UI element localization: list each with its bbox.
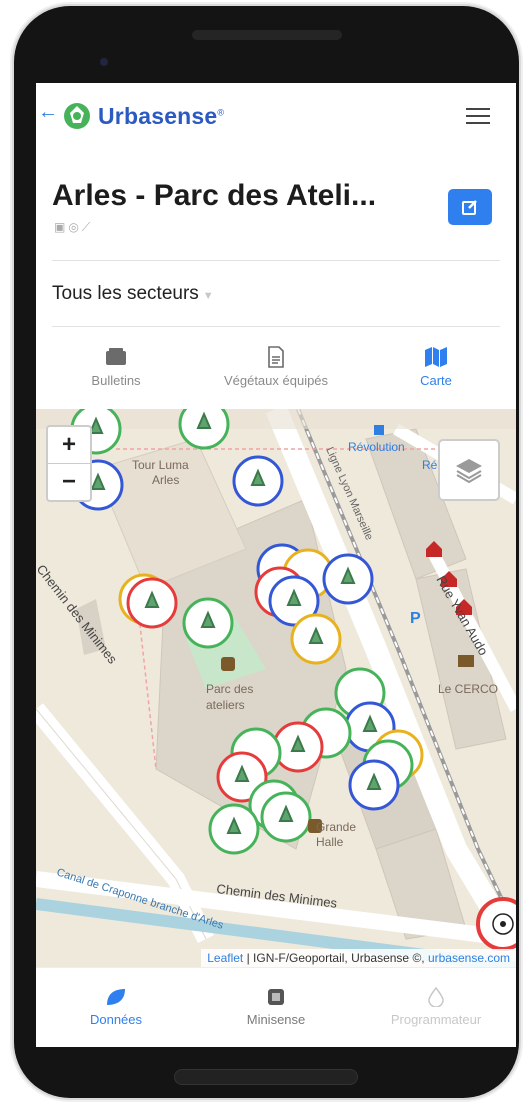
edit-icon	[462, 200, 477, 215]
sector-select[interactable]: Tous les secteurs ▼	[52, 283, 214, 305]
zoom-out-button[interactable]: −	[48, 464, 90, 500]
zoom-control: + −	[46, 425, 92, 502]
back-arrow-icon[interactable]: ←	[38, 101, 58, 124]
nav-programmateur[interactable]: Programmateur	[356, 982, 516, 1027]
bottom-navigation: Données Minisense Programmateur	[36, 967, 516, 1047]
layers-icon	[456, 459, 482, 483]
map-icon	[425, 347, 447, 367]
nav-minisense[interactable]: Minisense	[196, 982, 356, 1027]
map-label-cerco: Le CERCO	[438, 682, 498, 696]
map-label-tour: Tour Luma	[132, 458, 189, 472]
hamburger-icon[interactable]	[466, 108, 490, 129]
tab-vegetaux-equipes[interactable]: Végétaux équipés	[196, 335, 356, 388]
camera	[100, 58, 108, 66]
layers-button[interactable]	[438, 439, 500, 501]
page-title: Arles - Parc des Ateli...	[52, 179, 377, 212]
map-label-revolution: Révolution	[348, 440, 405, 454]
map-label-halle: Grande	[316, 820, 356, 834]
map-attribution: Leaflet | IGN-F/Geoportail, Urbasense ©,…	[201, 949, 516, 967]
document-icon	[268, 346, 284, 368]
brand-name[interactable]: Urbasense®	[98, 103, 224, 130]
leaflet-link[interactable]: Leaflet	[207, 951, 243, 965]
folder-icon	[106, 348, 126, 365]
tab-bar: Bulletins Végétaux équipés Carte	[36, 335, 516, 409]
map-label-park-2: ateliers	[206, 698, 245, 712]
map-label-tour-2: Arles	[152, 473, 179, 487]
locate-button[interactable]	[476, 897, 516, 951]
phone-chin	[174, 1069, 358, 1085]
map-label-park: Parc des	[206, 682, 253, 696]
tab-carte[interactable]: Carte	[356, 335, 516, 388]
map-label-parking: P	[410, 610, 421, 627]
map-view[interactable]: Tour Luma Arles Parc des ateliers Grande…	[36, 409, 516, 967]
leaf-icon	[107, 989, 125, 1005]
soccer-ball-icon	[492, 913, 514, 935]
edit-button[interactable]	[448, 189, 492, 225]
divider	[52, 326, 500, 327]
title-status-icons: ▣◎⟋	[54, 220, 94, 234]
map-label-re: Ré	[422, 458, 438, 472]
divider	[52, 260, 500, 261]
nav-donnees[interactable]: Données	[36, 982, 196, 1027]
urbasense-logo-icon	[64, 103, 90, 129]
chip-icon	[268, 989, 284, 1005]
app-screen: ← Urbasense® Arles - Parc des Ateli... ▣…	[36, 83, 516, 1047]
map-label-halle-2: Halle	[316, 835, 344, 849]
speaker	[192, 30, 342, 40]
urbasense-link[interactable]: urbasense.com	[428, 951, 510, 965]
zoom-in-button[interactable]: +	[48, 427, 90, 464]
app-bar: ← Urbasense®	[36, 83, 516, 153]
drop-icon	[428, 987, 444, 1007]
tab-bulletins[interactable]: Bulletins	[36, 335, 196, 388]
